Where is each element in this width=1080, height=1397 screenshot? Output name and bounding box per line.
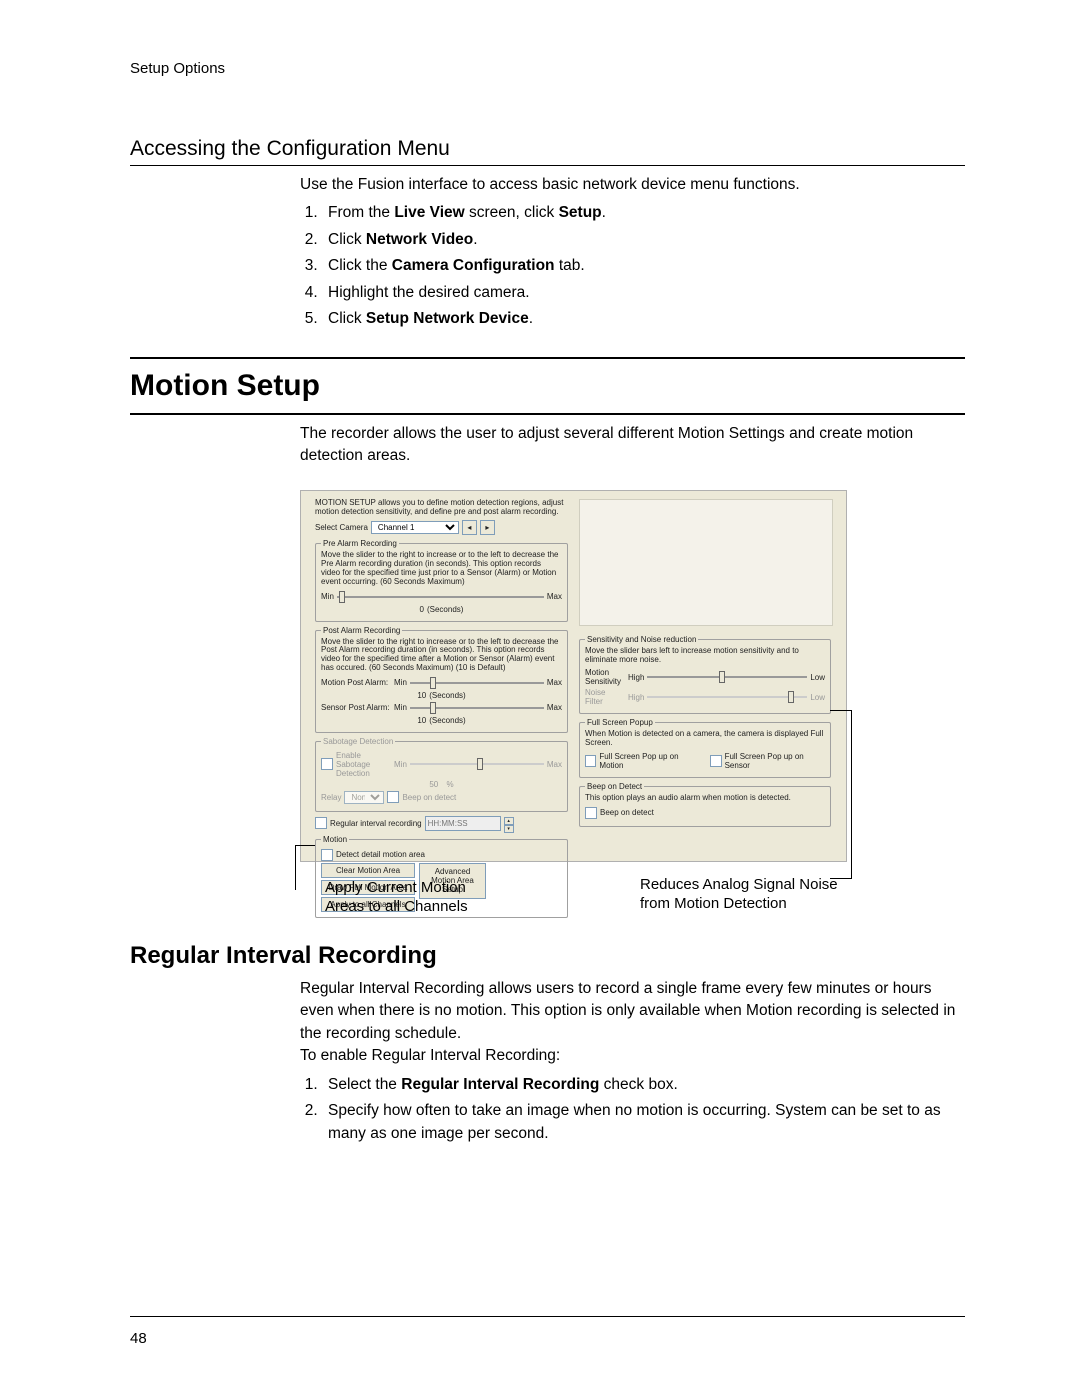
- regular-lead: To enable Regular Interval Recording:: [300, 1045, 965, 1067]
- regular-step-2: Specify how often to take an image when …: [322, 1100, 965, 1145]
- post-alarm-fieldset: Post Alarm Recording Move the slider to …: [315, 626, 568, 733]
- callout-line-right-v: [851, 710, 852, 878]
- regular-interval-input[interactable]: 00:00:00: [425, 816, 501, 831]
- beep-label: Beep on detect: [600, 808, 654, 817]
- access-step-4: Highlight the desired camera.: [322, 282, 965, 304]
- pre-alarm-slider[interactable]: [337, 591, 544, 603]
- pre-alarm-unit: (Seconds): [427, 605, 463, 614]
- regular-body: Regular Interval Recording allows users …: [300, 978, 965, 1145]
- fullscreen-legend: Full Screen Popup: [585, 718, 655, 727]
- dialog-right-column: Sensitivity and Noise reduction Move the…: [579, 631, 831, 831]
- select-camera-row: Select Camera Channel 1 ◂ ▸: [315, 520, 568, 535]
- section-heading-motion: Motion Setup: [130, 357, 965, 415]
- page: Setup Options Accessing the Configuratio…: [0, 0, 1080, 1397]
- motion-post-slider[interactable]: [410, 677, 544, 689]
- access-step-3: Click the Camera Configuration tab.: [322, 255, 965, 277]
- beep-legend: Beep on Detect: [585, 782, 644, 791]
- prev-camera-button[interactable]: ◂: [462, 520, 477, 535]
- regular-steps: Select the Regular Interval Recording ch…: [300, 1074, 965, 1145]
- dialog-intro: MOTION SETUP allows you to define motion…: [315, 499, 568, 517]
- enable-sabotage-label: Enable Sabotage Detection: [336, 751, 391, 778]
- regular-interval-label: Regular interval recording: [330, 819, 422, 828]
- regular-step-1: Select the Regular Interval Recording ch…: [322, 1074, 965, 1096]
- callout-apply: Apply Current Motion Areas to all Channe…: [325, 878, 468, 917]
- pre-alarm-value: 0: [420, 605, 424, 614]
- select-camera-dropdown[interactable]: Channel 1: [371, 521, 459, 534]
- sabotage-slider[interactable]: [410, 758, 544, 770]
- enable-sabotage-checkbox[interactable]: [321, 758, 333, 770]
- beep-checkbox[interactable]: [585, 807, 597, 819]
- detect-detail-label: Detect detail motion area: [336, 850, 425, 859]
- callout-noise: Reduces Analog Signal Noise from Motion …: [640, 875, 838, 914]
- fullscreen-motion-label: Full Screen Pop up on Motion: [599, 752, 698, 770]
- regular-interval-checkbox[interactable]: [315, 817, 327, 829]
- regular-para: Regular Interval Recording allows users …: [300, 978, 965, 1045]
- access-step-2: Click Network Video.: [322, 229, 965, 251]
- sensor-post-label: Sensor Post Alarm:: [321, 703, 391, 712]
- sensitivity-legend: Sensitivity and Noise reduction: [585, 635, 698, 644]
- beep-text: This option plays an audio alarm when mo…: [585, 794, 825, 803]
- access-steps: From the Live View screen, click Setup. …: [300, 202, 965, 330]
- motion-sensitivity-label: Motion Sensitivity: [585, 668, 625, 686]
- sabotage-beep-checkbox[interactable]: [387, 791, 399, 803]
- next-camera-button[interactable]: ▸: [480, 520, 495, 535]
- noise-filter-label: Noise Filter: [585, 688, 625, 706]
- relay-dropdown[interactable]: None: [344, 791, 384, 804]
- callout-line-left-h: [295, 845, 315, 846]
- select-camera-label: Select Camera: [315, 523, 368, 532]
- noise-filter-slider[interactable]: [647, 691, 807, 703]
- fullscreen-sensor-label: Full Screen Pop up on Sensor: [725, 752, 825, 770]
- pre-alarm-fieldset: Pre Alarm Recording Move the slider to t…: [315, 539, 568, 621]
- regular-interval-spinner[interactable]: ▴▾: [504, 817, 514, 830]
- relay-label: Relay: [321, 793, 341, 802]
- sabotage-fieldset: Sabotage Detection Enable Sabotage Detec…: [315, 737, 568, 812]
- callout-line-right-h: [830, 710, 852, 711]
- fullscreen-sensor-checkbox[interactable]: [710, 755, 721, 767]
- motion-sensitivity-slider[interactable]: [647, 671, 807, 683]
- pre-alarm-min: Min: [321, 592, 334, 601]
- pre-alarm-text: Move the slider to the right to increase…: [321, 551, 562, 586]
- section-heading-regular: Regular Interval Recording: [130, 942, 965, 970]
- motion-legend: Motion: [321, 835, 349, 844]
- fullscreen-motion-checkbox[interactable]: [585, 755, 596, 767]
- detect-detail-checkbox[interactable]: [321, 849, 333, 861]
- motion-setup-dialog-figure: MOTION SETUP allows you to define motion…: [300, 490, 965, 862]
- section-access-body: Use the Fusion interface to access basic…: [300, 174, 965, 331]
- sensor-post-slider[interactable]: [410, 702, 544, 714]
- header-label: Setup Options: [130, 60, 965, 77]
- motion-intro: The recorder allows the user to adjust s…: [300, 423, 965, 468]
- clear-motion-area-button[interactable]: Clear Motion Area: [321, 863, 415, 878]
- beep-fieldset: Beep on Detect This option plays an audi…: [579, 782, 831, 827]
- sensitivity-text: Move the slider bars left to increase mo…: [585, 647, 825, 665]
- camera-preview: [579, 499, 833, 626]
- section-heading-access: Accessing the Configuration Menu: [130, 137, 965, 166]
- pre-alarm-legend: Pre Alarm Recording: [321, 539, 399, 548]
- page-number: 48: [130, 1330, 147, 1347]
- sabotage-legend: Sabotage Detection: [321, 737, 395, 746]
- fullscreen-text: When Motion is detected on a camera, the…: [585, 730, 825, 748]
- post-alarm-text: Move the slider to the right to increase…: [321, 638, 562, 673]
- sensitivity-fieldset: Sensitivity and Noise reduction Move the…: [579, 635, 831, 715]
- motion-post-label: Motion Post Alarm:: [321, 678, 391, 687]
- regular-interval-row: Regular interval recording 00:00:00 ▴▾: [315, 816, 568, 831]
- access-step-1: From the Live View screen, click Setup.: [322, 202, 965, 224]
- callout-line-left-v: [295, 845, 296, 890]
- access-intro: Use the Fusion interface to access basic…: [300, 174, 965, 196]
- sabotage-beep-label: Beep on detect: [402, 793, 456, 802]
- dialog-left-column: MOTION SETUP allows you to define motion…: [315, 499, 568, 922]
- fullscreen-fieldset: Full Screen Popup When Motion is detecte…: [579, 718, 831, 778]
- post-alarm-legend: Post Alarm Recording: [321, 626, 402, 635]
- footer-rule: [130, 1316, 965, 1317]
- pre-alarm-max: Max: [547, 592, 562, 601]
- access-step-5: Click Setup Network Device.: [322, 308, 965, 330]
- motion-setup-dialog: MOTION SETUP allows you to define motion…: [300, 490, 847, 862]
